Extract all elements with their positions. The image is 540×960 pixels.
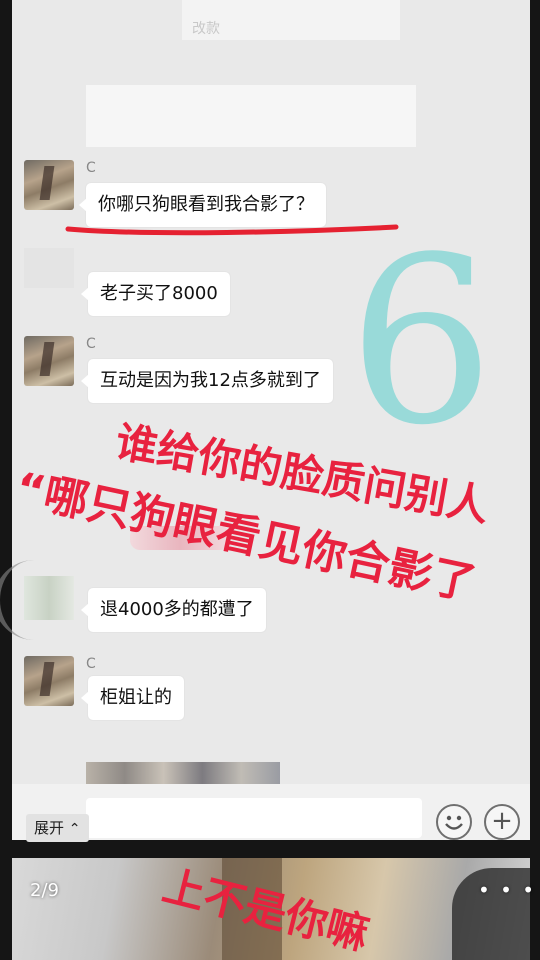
next-photo-preview: 上不是你嘛 — [12, 858, 530, 960]
expand-button[interactable]: 展开 ⌃ — [26, 814, 89, 842]
sender-name: C — [86, 656, 96, 672]
message-bubble[interactable]: 互动是因为我12点多就到了 — [81, 359, 333, 403]
blurred-message-block — [86, 85, 416, 147]
message-bubble[interactable]: 老子买了8000 — [81, 272, 230, 316]
blurred-avatar — [24, 248, 74, 288]
top-partial-text: 改款 — [192, 21, 220, 37]
message-input[interactable] — [86, 798, 422, 838]
smiley-icon[interactable] — [436, 804, 472, 840]
avatar[interactable] — [24, 160, 74, 210]
sender-name: C — [86, 336, 96, 352]
message-bubble[interactable]: 柜姐让的 — [81, 676, 184, 720]
add-button[interactable]: + — [484, 804, 520, 840]
page-indicator: 2/9 — [30, 880, 59, 901]
avatar[interactable] — [24, 336, 74, 386]
avatar[interactable] — [24, 656, 74, 706]
message-bubble[interactable]: 退4000多的都遭了 — [81, 588, 266, 632]
sender-name: C — [86, 160, 96, 176]
swipe-arc — [0, 560, 40, 640]
message-bubble[interactable]: 你哪只狗眼看到我合影了？ — [79, 183, 326, 227]
expand-label: 展开 — [34, 819, 65, 837]
image-thumbnail[interactable] — [86, 762, 280, 786]
more-options-button[interactable]: • • • — [478, 878, 536, 902]
chevron-up-icon: ⌃ — [68, 821, 81, 837]
watermark-number: 6 — [348, 209, 495, 476]
